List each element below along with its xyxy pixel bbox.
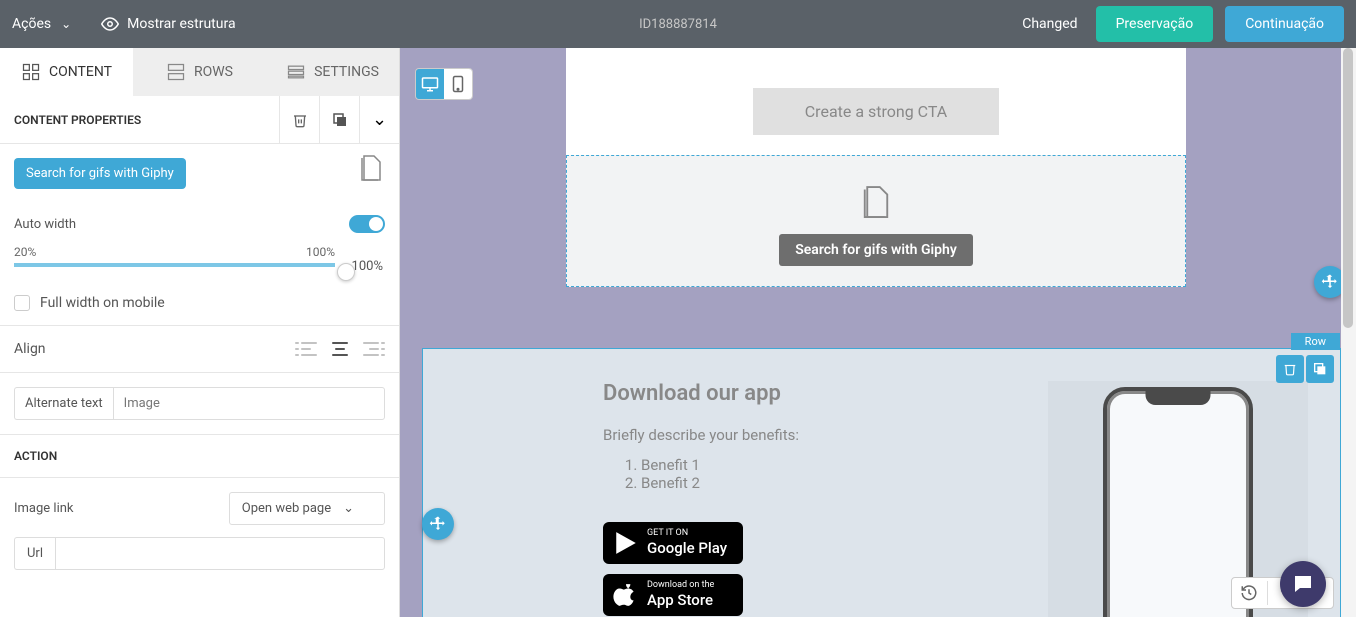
chevron-down-icon: ⌄ [61,17,71,31]
duplicate-icon [331,111,349,129]
settings-icon [286,62,306,82]
status-badge: Changed [1022,16,1077,32]
full-width-mobile-checkbox[interactable] [14,295,30,311]
align-label: Align [14,341,46,357]
google-play-button[interactable]: GET IT ONGoogle Play [603,522,743,564]
actions-menu[interactable]: Ações ⌄ [12,16,71,32]
delete-content-button[interactable] [279,96,319,143]
document-id: ID188887814 [639,17,717,32]
document-icon [357,154,385,182]
align-left-button[interactable] [295,340,317,358]
play-icon [613,530,639,556]
align-center-button[interactable] [329,340,351,358]
delete-row-button[interactable] [1276,355,1304,383]
move-handle[interactable] [422,508,454,540]
alt-text-input[interactable] [113,387,385,420]
auto-width-toggle[interactable] [349,215,385,233]
row-tag: Row [1291,333,1340,350]
url-label: Url [14,537,55,570]
actions-label: Ações [12,16,51,32]
image-link-select[interactable]: Open web page ⌄ [229,492,385,525]
history-icon [1240,584,1258,602]
desktop-icon [421,76,439,92]
mobile-icon [452,75,464,93]
chevron-down-icon: ⌄ [372,109,387,130]
benefits-description: Briefly describe your benefits: [603,426,1008,444]
giphy-placeholder-block[interactable]: Search for gifs with Giphy [566,155,1186,287]
desktop-view-button[interactable] [416,69,444,99]
vertical-scrollbar[interactable] [1341,48,1356,617]
rows-icon [166,62,186,82]
cta-button[interactable]: Create a strong CTA [753,88,999,135]
image-link-label: Image link [14,501,74,516]
chevron-down-icon: ⌄ [343,501,354,516]
history-button[interactable] [1237,581,1261,605]
url-input[interactable] [55,537,385,570]
action-header: ACTION [0,435,399,478]
tab-settings[interactable]: SETTINGS [266,48,399,96]
align-right-button[interactable] [363,340,385,358]
view-switcher [415,68,473,100]
document-icon [861,184,891,220]
trash-icon [1283,361,1297,377]
duplicate-row-button[interactable] [1306,355,1334,383]
trash-icon [292,111,308,129]
download-heading: Download our app [603,381,1008,406]
properties-title: CONTENT PROPERTIES [0,113,279,127]
eye-icon [101,15,119,33]
preserve-button[interactable]: Preservação [1096,6,1214,42]
alt-text-label: Alternate text [14,387,113,420]
collapse-properties-button[interactable]: ⌄ [359,96,399,143]
giphy-search-button[interactable]: Search for gifs with Giphy [779,234,973,266]
apple-icon [613,582,639,608]
duplicate-content-button[interactable] [319,96,359,143]
mobile-view-button[interactable] [444,69,472,99]
top-bar: Ações ⌄ Mostrar estrutura ID188887814 Ch… [0,0,1356,48]
tab-content[interactable]: CONTENT [0,48,133,96]
move-icon [429,515,447,533]
intercom-launcher[interactable] [1280,561,1326,607]
duplicate-icon [1312,361,1328,377]
sidebar: CONTENT ROWS SETTINGS CONTENT PROPERTIES [0,48,400,617]
width-slider[interactable]: 20% 100% 100% [0,245,399,281]
continue-button[interactable]: Continuação [1225,6,1344,42]
row-block[interactable]: Row Download our app Briefly describe yo… [422,348,1341,617]
grid-icon [21,62,41,82]
app-store-button[interactable]: Download on theApp Store [603,574,743,616]
benefit-item: Benefit 2 [641,474,1008,492]
search-giphy-button[interactable]: Search for gifs with Giphy [14,158,186,189]
show-structure-label: Mostrar estrutura [127,16,235,32]
chat-icon [1291,572,1315,596]
show-structure-toggle[interactable]: Mostrar estrutura [101,15,235,33]
move-icon [1321,273,1339,291]
email-preview: Create a strong CTA Search for gifs with… [566,48,1186,287]
tab-rows[interactable]: ROWS [133,48,266,96]
auto-width-label: Auto width [14,217,76,232]
canvas: Create a strong CTA Search for gifs with… [400,48,1356,617]
full-width-mobile-label: Full width on mobile [40,295,165,311]
benefit-item: Benefit 1 [641,456,1008,474]
